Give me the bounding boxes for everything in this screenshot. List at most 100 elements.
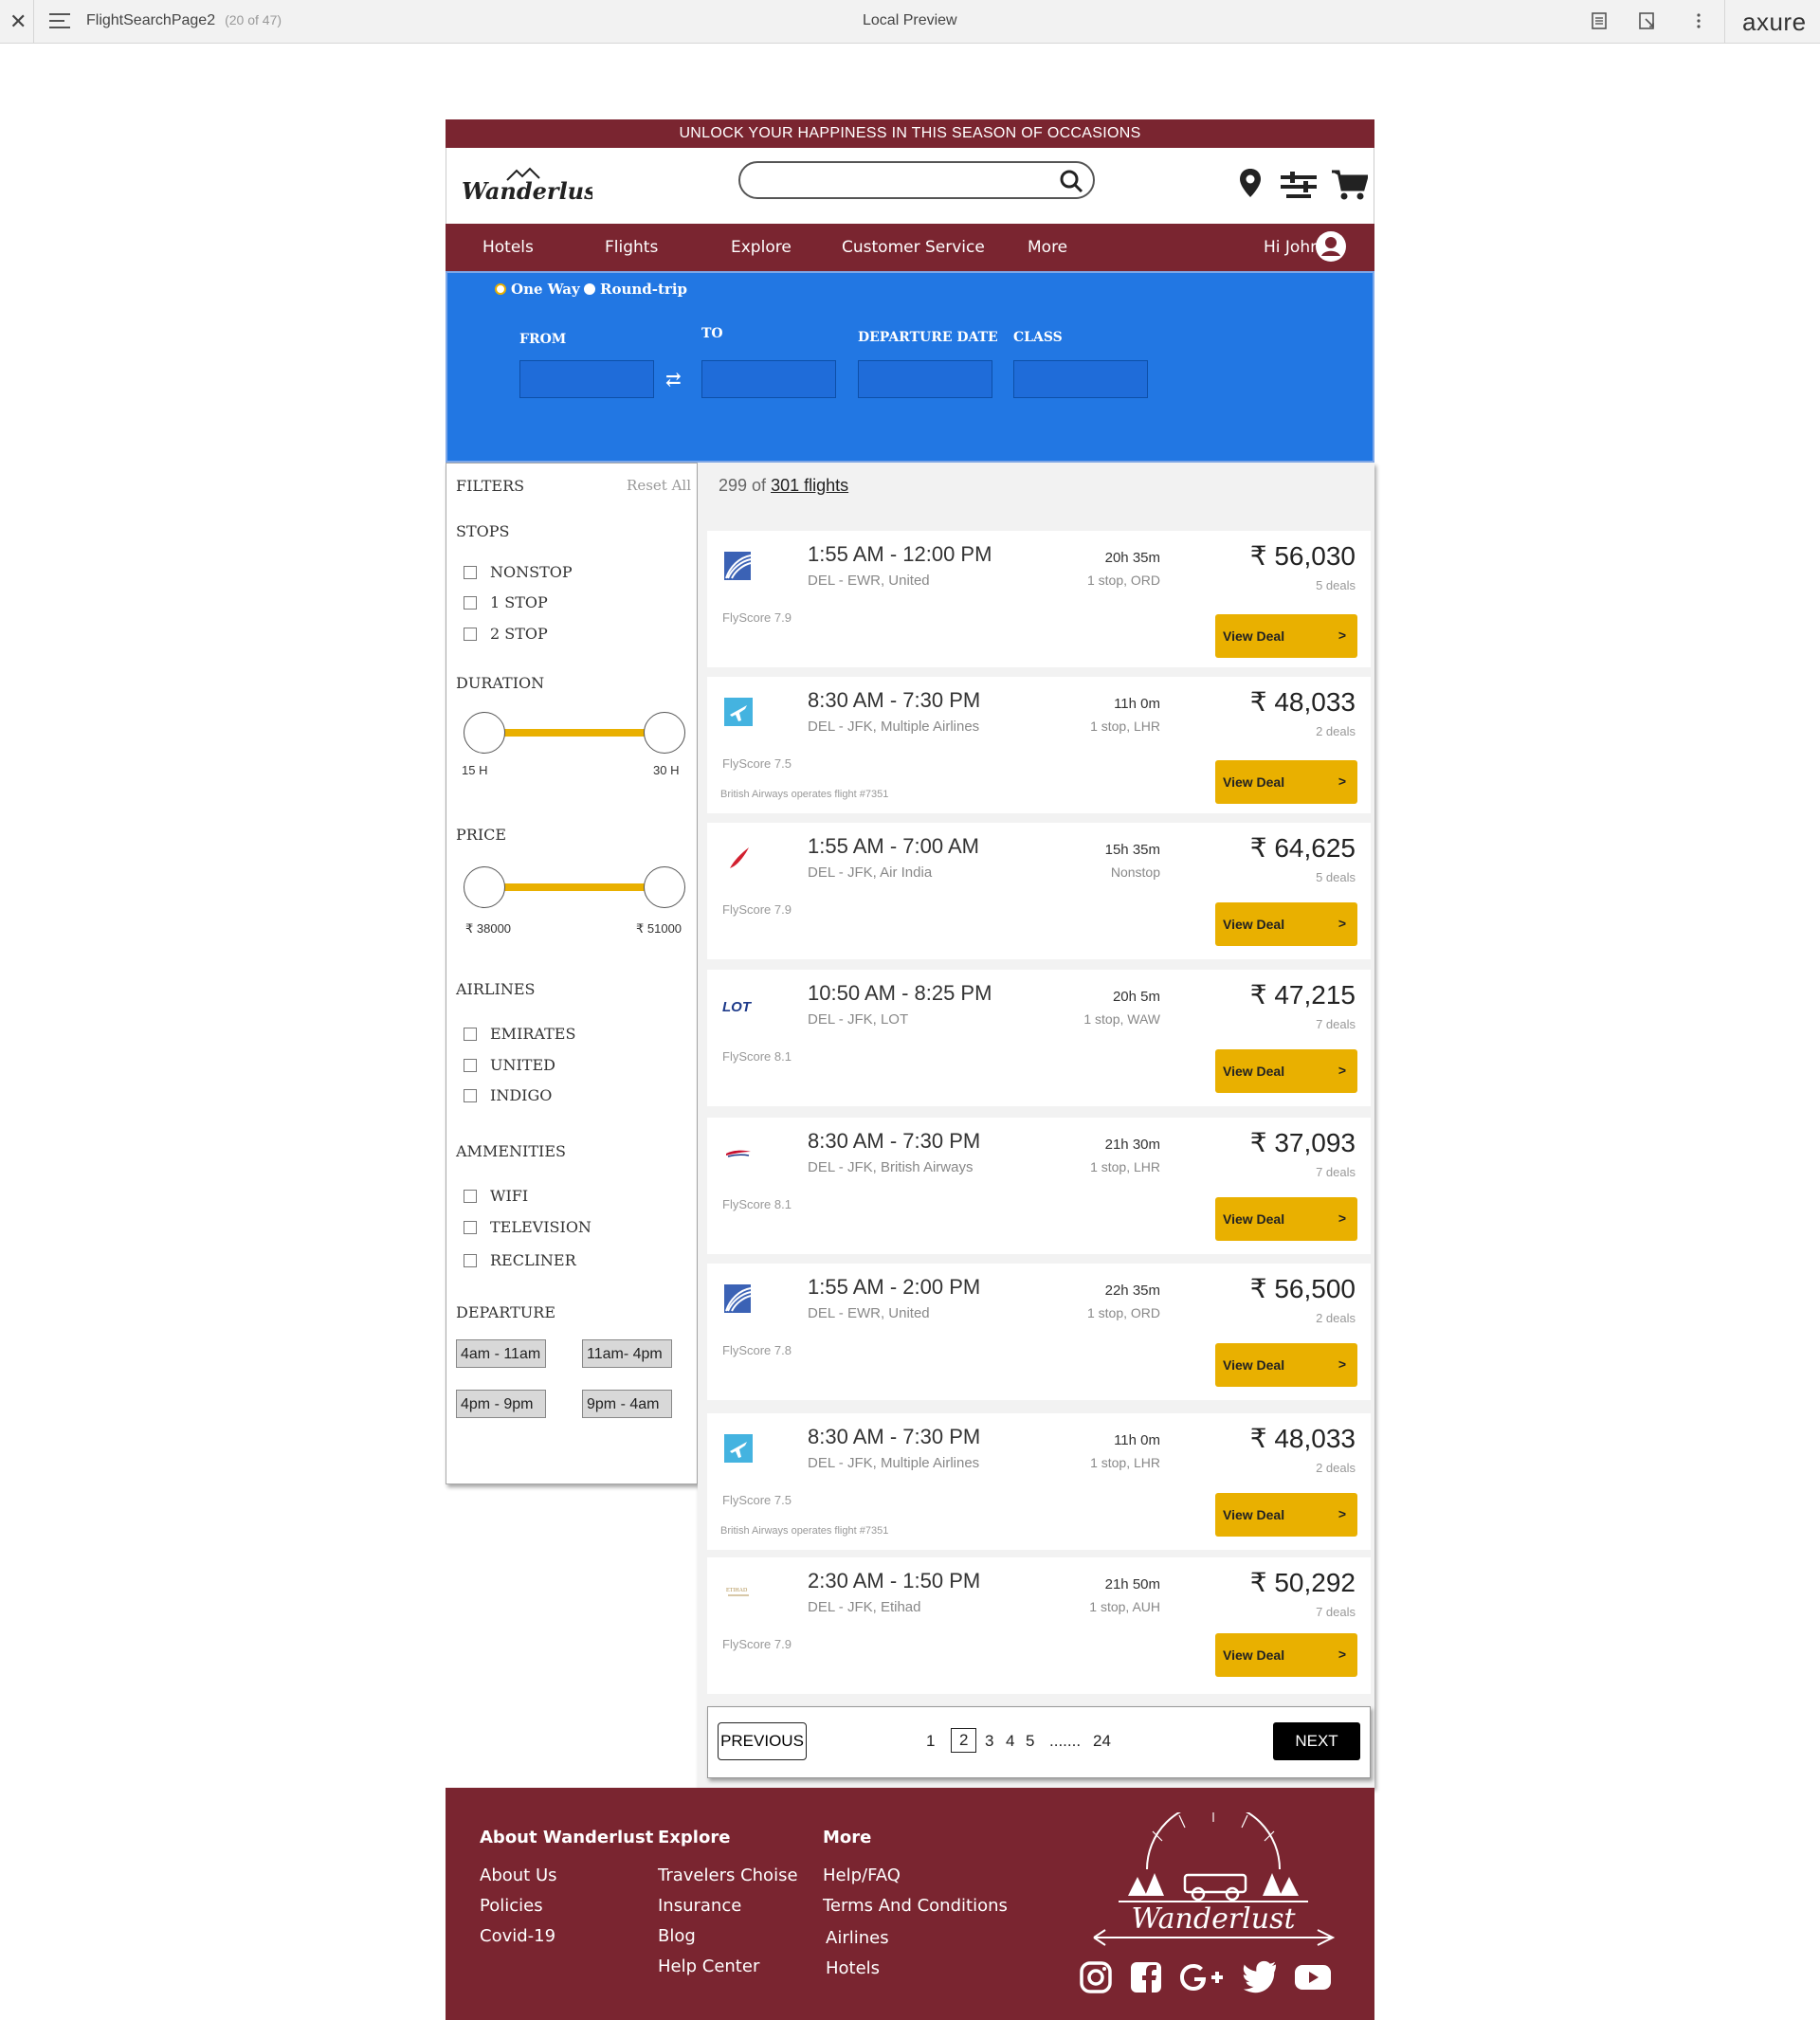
page-link[interactable]: 3 (985, 1732, 993, 1751)
wanderlust-logo[interactable]: Wanderlust (460, 167, 608, 211)
flight-card[interactable]: ETIHAD 2:30 AM - 1:50 PM DEL - JFK, Etihad… (707, 1557, 1371, 1694)
flight-card[interactable]: 1:55 AM - 2:00 PM DEL - EWR, United 22h 35… (707, 1264, 1371, 1400)
view-deal-button[interactable]: View Deal > (1215, 1633, 1357, 1677)
departure-slot-button[interactable]: 11am- 4pm (582, 1339, 672, 1368)
page-link[interactable]: 4 (1006, 1732, 1014, 1751)
flyscore: FlyScore 7.9 (722, 610, 792, 625)
flight-card[interactable]: 8:30 AM - 7:30 PM DEL - JFK, Multiple Air… (707, 1413, 1371, 1550)
view-deal-button[interactable]: View Deal > (1215, 760, 1357, 804)
footer-link[interactable]: Help/FAQ (823, 1865, 901, 1885)
chevron-right-icon: > (1338, 916, 1346, 931)
nav-explore[interactable]: Explore (731, 238, 792, 257)
view-deal-button[interactable]: View Deal > (1215, 614, 1357, 658)
departure-slot-button[interactable]: 4pm - 9pm (456, 1390, 546, 1418)
previous-button[interactable]: PREVIOUS (718, 1722, 807, 1760)
footer-link[interactable]: Terms And Conditions (823, 1896, 1008, 1916)
class-field[interactable] (1013, 360, 1148, 398)
reset-all-link[interactable]: Reset All (627, 477, 691, 494)
airline-emirates-checkbox[interactable]: EMIRATES (464, 1025, 575, 1043)
amenity-wifi-checkbox[interactable]: WIFI (464, 1187, 528, 1205)
flight-stops: 1 stop, ORD (1086, 1305, 1160, 1320)
from-field[interactable] (519, 360, 654, 398)
nav-hotels[interactable]: Hotels (482, 238, 534, 257)
inspect-icon[interactable] (1638, 11, 1657, 30)
price-max-handle[interactable] (644, 866, 685, 908)
view-deal-button[interactable]: View Deal > (1215, 1197, 1357, 1241)
duration-max-handle[interactable] (644, 712, 685, 754)
cart-icon[interactable] (1332, 169, 1368, 201)
one-way-radio[interactable]: One Way (495, 281, 580, 298)
twitter-icon[interactable] (1242, 1960, 1278, 1994)
amenity-recliner-checkbox[interactable]: RECLINER (464, 1251, 576, 1269)
flight-card[interactable]: 1:55 AM - 7:00 AM DEL - JFK, Air India 15h… (707, 823, 1371, 959)
stop-nonstop-checkbox[interactable]: NONSTOP (464, 563, 573, 581)
duration-slider[interactable] (464, 712, 685, 754)
next-button[interactable]: NEXT (1273, 1722, 1360, 1760)
departure-slot-button[interactable]: 4am - 11am (456, 1339, 546, 1368)
to-field[interactable] (701, 360, 836, 398)
flight-card[interactable]: 8:30 AM - 7:30 PM DEL - JFK, British Airw… (707, 1118, 1371, 1254)
amenity-television-checkbox[interactable]: TELEVISION (464, 1218, 592, 1236)
footer-link[interactable]: Hotels (826, 1958, 880, 1978)
flight-stops: 1 stop, LHR (1090, 1455, 1160, 1470)
round-trip-radio[interactable]: Round-trip (584, 281, 687, 298)
more-options-icon[interactable] (1689, 11, 1708, 30)
page-link[interactable]: 1 (926, 1732, 935, 1751)
page-title[interactable]: FlightSearchPage2 (20 of 47) (86, 12, 282, 29)
flight-price: ₹ 47,215 (1249, 980, 1356, 1010)
stop-2-checkbox[interactable]: 2 STOP (464, 625, 548, 643)
flight-card[interactable]: LOT 10:50 AM - 8:25 PM DEL - JFK, LOT 20h 5… (707, 970, 1371, 1106)
departure-title: DEPARTURE (456, 1303, 556, 1321)
filter-icon[interactable] (1281, 172, 1317, 200)
airline-united-checkbox[interactable]: UNITED (464, 1056, 555, 1074)
footer-link[interactable]: Help Center (658, 1956, 759, 1976)
price-min-handle[interactable] (464, 866, 505, 908)
nav-customer-service[interactable]: Customer Service (842, 238, 985, 257)
menu-icon[interactable] (49, 13, 70, 30)
nav-flights[interactable]: Flights (605, 238, 658, 257)
google-plus-icon[interactable] (1179, 1960, 1227, 1994)
footer-link[interactable]: Insurance (658, 1896, 741, 1916)
view-deal-button[interactable]: View Deal > (1215, 1343, 1357, 1387)
nav-more[interactable]: More (1028, 238, 1067, 257)
view-deal-label: View Deal (1223, 1507, 1285, 1522)
flight-card[interactable]: 1:55 AM - 12:00 PM DEL - EWR, United 20h 3… (707, 531, 1371, 667)
departure-date-field[interactable] (858, 360, 992, 398)
user-avatar-icon[interactable] (1316, 231, 1346, 262)
youtube-icon[interactable] (1294, 1960, 1332, 1994)
view-deal-button[interactable]: View Deal > (1215, 902, 1357, 946)
user-greeting[interactable]: Hi John (1264, 238, 1320, 257)
footer-link[interactable]: Airlines (826, 1928, 889, 1948)
duration-max-label: 30 H (653, 763, 680, 777)
facebook-icon[interactable] (1129, 1960, 1163, 1994)
close-icon[interactable]: ✕ (9, 9, 27, 34)
view-deal-button[interactable]: View Deal > (1215, 1493, 1357, 1537)
flight-card[interactable]: 8:30 AM - 7:30 PM DEL - JFK, Multiple Air… (707, 677, 1371, 813)
results-count-link[interactable]: 301 flights (771, 476, 848, 495)
view-deal-button[interactable]: View Deal > (1215, 1049, 1357, 1093)
swap-icon[interactable]: ⇄ (665, 368, 682, 391)
stop-1-checkbox[interactable]: 1 STOP (464, 593, 548, 611)
instagram-icon[interactable] (1079, 1960, 1113, 1994)
notes-icon[interactable] (1590, 11, 1609, 30)
footer-link[interactable]: About Us (480, 1865, 557, 1885)
location-pin-icon[interactable] (1238, 167, 1263, 199)
duration-min-handle[interactable] (464, 712, 505, 754)
footer-link[interactable]: Travelers Choise (658, 1865, 798, 1885)
page-link[interactable]: 24 (1093, 1732, 1111, 1751)
page-link-current[interactable]: 2 (951, 1728, 977, 1753)
search-icon[interactable] (1059, 169, 1083, 193)
deal-count: 2 deals (1316, 1461, 1356, 1475)
departure-slot-button[interactable]: 9pm - 4am (582, 1390, 672, 1418)
multiple-airlines-icon (722, 1432, 755, 1465)
footer-link[interactable]: Covid-19 (480, 1926, 555, 1946)
preview-title: Local Preview (863, 12, 957, 28)
airline-indigo-checkbox[interactable]: INDIGO (464, 1086, 552, 1104)
price-slider[interactable] (464, 866, 685, 908)
round-trip-label: Round-trip (600, 281, 688, 298)
page-link[interactable]: 5 (1026, 1732, 1034, 1751)
search-input[interactable] (738, 161, 1095, 199)
footer-link[interactable]: Policies (480, 1896, 543, 1916)
axure-logo: axure (1742, 8, 1807, 36)
footer-link[interactable]: Blog (658, 1926, 696, 1946)
